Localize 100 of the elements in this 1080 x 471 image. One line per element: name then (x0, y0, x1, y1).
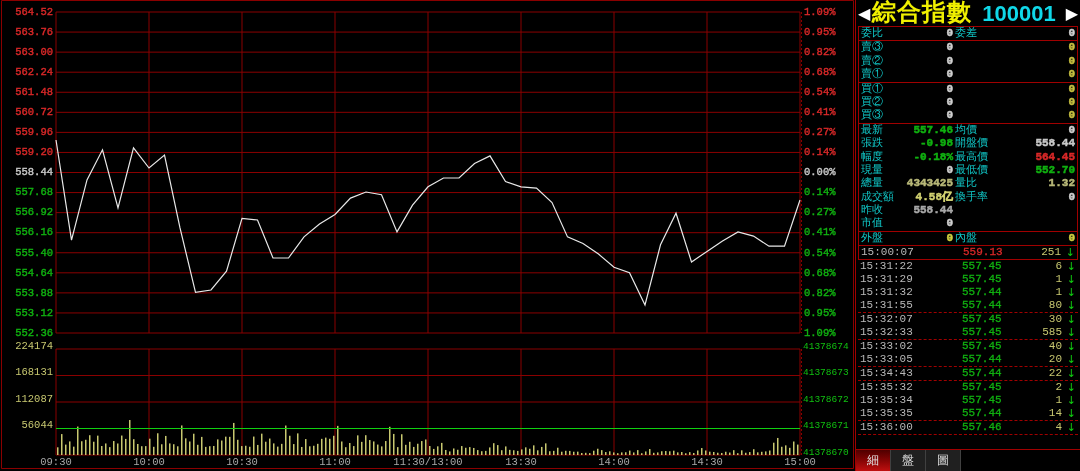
volume-axis-label: 112087 (15, 392, 53, 405)
tick-volume: 4 (1055, 421, 1062, 435)
tick-direction-arrow: ↓ (1066, 286, 1076, 300)
percent-axis-label: 0.82% (804, 45, 836, 58)
field-value: -0.18% (913, 150, 953, 164)
price-axis-label: 552.36 (15, 326, 53, 339)
percent-axis-label: 0.68% (804, 65, 836, 78)
field-label: 最低價 (954, 163, 989, 177)
field-value: 0 (946, 27, 953, 41)
tick-direction-arrow: ↓ (1066, 421, 1076, 435)
tick-time: 15:31:22 (860, 260, 914, 274)
tick-volume: 6 (1055, 260, 1062, 274)
tick-price: 557.44 (962, 353, 1002, 367)
field-label: 賣① (861, 68, 884, 82)
tick-price: 559.13 (963, 246, 1003, 260)
field-label: 買② (861, 95, 884, 109)
tick-volume: 40 (1048, 340, 1062, 354)
price-axis-label: 556.92 (15, 206, 53, 219)
field-value: 557.46 (913, 123, 953, 138)
field-value: 0 (1068, 95, 1075, 110)
field-value: 0 (1068, 82, 1075, 96)
field-value: 0 (946, 95, 953, 110)
tick-price: 557.46 (962, 421, 1002, 435)
percent-axis-label: 0.54% (804, 246, 836, 259)
percent-axis-label: 0.82% (804, 286, 836, 299)
index-title: 綜合指數 (872, 0, 973, 27)
tick-volume: 80 (1048, 299, 1062, 313)
price-axis-label: 561.48 (15, 86, 53, 99)
tick-time: 15:31:55 (860, 299, 914, 313)
tick-direction-arrow: ↓ (1066, 260, 1076, 274)
field-value: 0 (946, 231, 953, 246)
percent-axis-label: 1.09% (804, 5, 836, 18)
percent-axis-label: 0.14% (804, 146, 836, 159)
field-value: 564.45 (1035, 150, 1075, 164)
time-axis-label: 10:00 (133, 455, 165, 468)
volume-axis-label: 41378674 (803, 341, 849, 352)
field-label: 開盤價 (954, 137, 989, 151)
field-label: 買① (861, 82, 884, 96)
field-value: 0 (946, 68, 953, 82)
price-axis-label: 559.96 (15, 126, 53, 139)
volume-axis-label: 41378673 (803, 367, 849, 378)
tick-time: 15:35:32 (860, 381, 914, 395)
tick-time: 15:34:43 (860, 367, 914, 381)
price-axis-label: 563.00 (15, 45, 53, 58)
field-value: 0 (1068, 123, 1075, 138)
price-axis-label: 553.12 (15, 306, 53, 319)
field-label: 委比 (861, 27, 884, 40)
percent-axis-label: 0.68% (804, 266, 836, 279)
percent-axis-label: 0.54% (804, 86, 836, 99)
panel-tab[interactable]: 圖 (926, 450, 961, 471)
time-axis-label: 11:30/13:00 (393, 455, 463, 468)
price-axis-label: 564.52 (15, 5, 53, 18)
tick-direction-arrow: ↓ (1066, 381, 1076, 395)
field-value: 0 (946, 163, 953, 178)
percent-axis-label: 1.09% (804, 326, 836, 339)
time-axis-label: 15:00 (784, 455, 816, 468)
field-label: 委差 (954, 27, 978, 41)
tick-direction-arrow: ↓ (1066, 407, 1076, 421)
tick-direction-arrow: ↓ (1066, 326, 1076, 340)
tick-time: 15:31:32 (860, 286, 914, 300)
field-label: 均價 (954, 123, 978, 137)
time-axis-label: 09:30 (40, 455, 72, 468)
tick-time: 15:33:02 (860, 340, 914, 354)
tick-time: 15:35:35 (860, 407, 914, 421)
tick-direction-arrow: ↓ (1066, 313, 1076, 327)
panel-tab[interactable]: 細 (856, 450, 891, 471)
tick-price: 557.45 (962, 326, 1002, 340)
price-axis-label: 563.76 (15, 25, 53, 38)
percent-axis-label: 0.95% (804, 306, 836, 319)
field-label: 現量 (861, 163, 884, 177)
tick-direction-arrow: ↓ (1066, 340, 1076, 354)
percent-axis-label: 0.41% (804, 106, 836, 119)
field-value: 0 (1068, 68, 1075, 82)
tick-direction-arrow: ↓ (1066, 299, 1076, 313)
field-value: 4.58亿 (915, 190, 953, 205)
tick-volume: 14 (1048, 407, 1062, 421)
field-label: 外盤 (861, 231, 884, 246)
tick-direction-arrow: ↓ (1065, 246, 1075, 260)
field-value: 552.70 (1035, 163, 1075, 178)
field-label: 市值 (861, 217, 884, 231)
field-label: 昨收 (861, 204, 884, 217)
price-axis-label: 558.44 (15, 166, 53, 179)
tick-price: 557.44 (962, 407, 1002, 421)
tick-direction-arrow: ↓ (1066, 273, 1076, 287)
tick-price: 557.45 (962, 273, 1002, 287)
price-axis-label: 553.88 (15, 286, 53, 299)
tick-price: 557.44 (962, 367, 1002, 381)
tick-volume: 30 (1048, 313, 1062, 327)
field-value: 0 (946, 217, 953, 231)
volume-axis-label: 168131 (15, 366, 53, 379)
field-label: 最新 (861, 123, 884, 137)
tick-direction-arrow: ↓ (1066, 394, 1076, 408)
field-value: 0 (1068, 109, 1075, 123)
field-value: 0 (1068, 231, 1075, 246)
price-axis-label: 554.64 (15, 266, 53, 279)
panel-tab[interactable]: 盤 (891, 450, 926, 471)
time-axis-label: 11:00 (319, 455, 351, 468)
tick-volume: 1 (1055, 286, 1062, 300)
field-label: 成交額 (861, 190, 895, 204)
price-axis-label: 555.40 (15, 246, 53, 259)
